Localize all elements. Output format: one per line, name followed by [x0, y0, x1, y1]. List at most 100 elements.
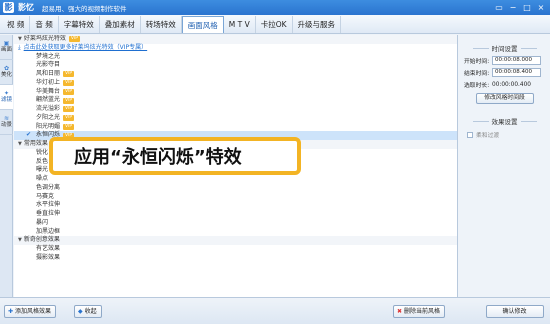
effect-settings-title: 效果设置 — [459, 116, 550, 126]
callout-annotation: 应用“永恒闪烁”特效 — [49, 137, 301, 175]
chevron-down-icon: ▼ — [18, 141, 22, 147]
app-name: 影忆 — [18, 3, 34, 12]
end-time-input[interactable]: 00:00:08.400 — [492, 68, 541, 77]
tab-video[interactable]: 视 频 — [2, 16, 31, 33]
list-item-label: 暴闪 — [36, 218, 49, 226]
start-time-input[interactable]: 00:00:08.000 — [492, 56, 541, 65]
list-item[interactable]: 夕阳之光 VIP — [14, 114, 457, 123]
menu-tabs: 视 频 音 频 字幕特效 叠加素材 转场特效 画面风格 M T V 卡拉OK 升… — [0, 15, 550, 34]
check-icon: ✔ — [26, 131, 32, 139]
maximize-icon[interactable]: □ — [521, 2, 533, 13]
delete-style-button[interactable]: ✖ 删除当前风格 — [393, 305, 446, 318]
list-item-label: 摄影效果 — [36, 253, 61, 261]
vtab-label: 动景 — [0, 122, 12, 128]
list-item[interactable]: 有艺效果 — [14, 245, 457, 254]
more-effects-link-row: ⤓ 点击此处获取更多好莱坞炫光特效（VIP专属） — [14, 44, 457, 53]
list-item[interactable]: 阳光明媚 VIP — [14, 123, 457, 132]
list-item[interactable]: 翩然蓝光 VIP — [14, 96, 457, 105]
vip-badge: VIP — [63, 123, 75, 130]
list-item[interactable]: 华美舞台 VIP — [14, 88, 457, 97]
list-item-label: 曝光 — [36, 166, 49, 174]
tab-transition-effects[interactable]: 转场特效 — [141, 16, 182, 33]
button-label: 删除当前风格 — [404, 308, 441, 315]
list-item[interactable]: 噪点 — [14, 175, 457, 184]
list-item-label: 翩然蓝光 — [36, 96, 61, 104]
title-bar: 影 影忆 超易用、强大的视频制作软件 ▭ − □ × — [0, 0, 550, 15]
modify-time-button[interactable]: 修改风格时间段 — [475, 93, 534, 104]
delete-icon: ✖ — [397, 308, 403, 315]
more-effects-link[interactable]: 点击此处获取更多好莱坞炫光特效（VIP专属） — [24, 44, 148, 53]
list-item-label: 阳光明媚 — [36, 122, 61, 130]
list-item-label: 马赛克 — [36, 192, 55, 200]
vtab-picture[interactable]: ▣ 画面 — [0, 35, 13, 60]
group-header[interactable]: ▼ 新奇创意效果 — [14, 236, 457, 245]
soft-transition-checkbox[interactable] — [467, 131, 473, 138]
close-icon[interactable]: × — [535, 2, 547, 13]
list-item[interactable]: 摄影效果 — [14, 254, 457, 263]
add-style-effect-button[interactable]: ✚ 添加风格效果 — [4, 305, 57, 318]
chevron-down-icon: ▼ — [18, 237, 22, 244]
list-item-label: 夕阳之光 — [36, 113, 61, 121]
tab-overlay-material[interactable]: 叠加素材 — [100, 16, 141, 33]
vtab-label: 画面 — [0, 47, 12, 53]
group-title: 好莱坞炫光特效 — [23, 35, 66, 42]
soft-transition-row[interactable]: 柔和过渡 — [467, 130, 550, 139]
list-item-label: 梦境之光 — [36, 52, 61, 60]
chevron-down-icon: ▼ — [18, 36, 22, 42]
list-item[interactable]: 垂直拉伸 — [14, 210, 457, 219]
list-item[interactable]: 华灯初上 VIP — [14, 79, 457, 88]
list-item-label: 有艺效果 — [36, 245, 61, 252]
vtab-beautify[interactable]: ✿ 美化 — [0, 60, 13, 85]
skin-icon[interactable]: ▭ — [493, 2, 505, 13]
tab-upgrade-service[interactable]: 升级与服务 — [293, 16, 342, 33]
vip-badge: VIP — [63, 88, 75, 95]
duration-label: 选取时长: — [464, 83, 490, 89]
vtab-motion-scene[interactable]: ≋ 动景 — [0, 110, 13, 135]
list-item-label: 流光溢彩 — [36, 105, 61, 112]
group-title: 常用效果 — [23, 140, 48, 147]
collapse-button[interactable]: ◆ 收起 — [74, 305, 102, 318]
list-item[interactable]: 水平拉伸 — [14, 201, 457, 210]
end-time-row: 结束时间: 00:00:08.400 — [464, 68, 550, 77]
list-item[interactable]: 马赛克 — [14, 193, 457, 202]
button-label: 收起 — [84, 308, 97, 315]
duration-row: 选取时长: 00:00:00.400 — [464, 80, 550, 90]
window-controls: ▭ − □ × — [493, 2, 547, 13]
settings-panel: 时间设置 开始时间: 00:00:08.000 结束时间: 00:00:08.4… — [459, 35, 550, 297]
vtab-filter[interactable]: ✦ 滤镜 — [0, 85, 13, 110]
vip-badge: VIP — [68, 36, 80, 43]
list-item[interactable]: 梦境之光 — [14, 53, 457, 62]
download-icon: ⤓ — [18, 43, 21, 51]
tab-picture-style[interactable]: 画面风格 — [181, 16, 224, 33]
app-slogan: 超易用、强大的视频制作软件 — [42, 4, 127, 13]
list-item[interactable]: 光影夺目 — [14, 61, 457, 70]
vip-badge: VIP — [63, 106, 75, 113]
list-item-label: 光影夺目 — [36, 61, 61, 69]
list-item[interactable]: 色调分离 — [14, 184, 457, 193]
soft-transition-label: 柔和过渡 — [476, 133, 500, 139]
tab-audio[interactable]: 音 频 — [30, 16, 59, 33]
list-item-label: 加黑边框 — [36, 227, 61, 235]
end-time-label: 结束时间: — [464, 71, 490, 77]
tab-subtitle-effects[interactable]: 字幕特效 — [59, 16, 100, 33]
left-category-tabs: ▣ 画面 ✿ 美化 ✦ 滤镜 ≋ 动景 — [0, 35, 13, 297]
add-icon: ✚ — [8, 308, 14, 315]
vip-badge: VIP — [63, 71, 75, 78]
list-item-label: 噪点 — [36, 175, 49, 182]
app-logo-icon: 影 — [3, 2, 14, 13]
group-header[interactable]: ▼ 好莱坞炫光特效 VIP — [14, 35, 457, 44]
time-settings-title: 时间设置 — [459, 43, 550, 53]
confirm-modify-button[interactable]: 确认修改 — [486, 305, 544, 318]
list-item-label: 华灯初上 — [36, 78, 61, 86]
tab-mtv[interactable]: M T V — [224, 16, 256, 33]
list-item[interactable]: 暴闪 — [14, 219, 457, 228]
list-item[interactable]: 流光溢彩 VIP — [14, 105, 457, 114]
collapse-icon: ◆ — [78, 308, 83, 315]
list-item[interactable]: 加黑边框 — [14, 228, 457, 237]
list-item-label: 反色 — [36, 157, 49, 165]
tab-karaoke[interactable]: 卡拉OK — [256, 16, 293, 33]
minimize-icon[interactable]: − — [507, 2, 519, 13]
group-title: 新奇创意效果 — [23, 236, 60, 244]
list-item[interactable]: 风和日丽 VIP — [14, 70, 457, 79]
list-item-label: 水平拉伸 — [36, 201, 61, 209]
